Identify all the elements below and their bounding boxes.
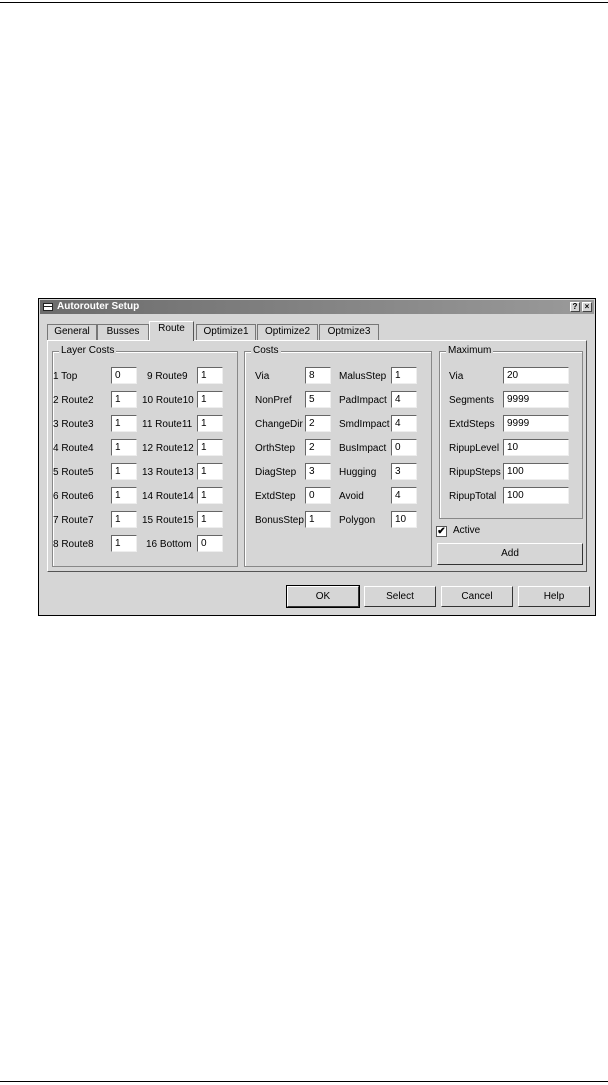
layer-11-cost-input[interactable]: 1: [197, 415, 223, 432]
layer-14-cost-input[interactable]: 1: [197, 487, 223, 504]
cost-changedir-label: ChangeDir: [255, 419, 303, 430]
cost-orthstep-input[interactable]: 2: [305, 439, 331, 456]
max-extdsteps-label: ExtdSteps: [449, 419, 495, 430]
cancel-button[interactable]: Cancel: [441, 586, 513, 607]
tab-route[interactable]: Route: [149, 321, 194, 341]
layer-6-label: 6 Route6: [53, 491, 94, 502]
cost-via-input[interactable]: 8: [305, 367, 331, 384]
add-button[interactable]: Add: [437, 543, 583, 565]
tab-optimize1[interactable]: Optimize1: [196, 324, 256, 340]
top-rule: [0, 2, 608, 3]
cost-padimpact-input[interactable]: 4: [391, 391, 417, 408]
layer-4-cost-input[interactable]: 1: [111, 439, 137, 456]
cost-malusstep-label: MalusStep: [339, 371, 387, 382]
cost-extdstep-label: ExtdStep: [255, 491, 296, 502]
max-via-label: Via: [449, 371, 464, 382]
layer-2-cost-input[interactable]: 1: [111, 391, 137, 408]
tab-optimize2[interactable]: Optimize2: [257, 324, 318, 340]
layer-16-cost-input[interactable]: 0: [197, 535, 223, 552]
active-label: Active: [453, 525, 481, 536]
layer-10-cost-input[interactable]: 1: [197, 391, 223, 408]
layer-1-cost-input[interactable]: 0: [111, 367, 137, 384]
layer-5-cost-input[interactable]: 1: [111, 463, 137, 480]
layer-2-label: 2 Route2: [53, 395, 94, 406]
cost-diagstep-label: DiagStep: [255, 467, 297, 478]
max-ripupsteps-label: RipupSteps: [449, 467, 501, 478]
cost-polygon-input[interactable]: 10: [391, 511, 417, 528]
cost-smdimpact-label: SmdImpact: [339, 419, 390, 430]
layer-11-label: 11 Route11: [142, 419, 193, 430]
cost-hugging-input[interactable]: 3: [391, 463, 417, 480]
dialog-title: Autorouter Setup: [57, 301, 140, 312]
cost-bonusstep-label: BonusStep: [255, 515, 304, 526]
help-button[interactable]: Help: [518, 586, 590, 607]
layer-3-label: 3 Route3: [53, 419, 94, 430]
cost-avoid-input[interactable]: 4: [391, 487, 417, 504]
layer-12-cost-input[interactable]: 1: [197, 439, 223, 456]
cost-busimpact-input[interactable]: 0: [391, 439, 417, 456]
active-checkbox[interactable]: ✔: [436, 526, 447, 537]
autorouter-setup-dialog: Autorouter Setup ? × General Busses Rout…: [38, 298, 596, 616]
cost-hugging-label: Hugging: [339, 467, 377, 478]
max-ripuplevel-label: RipupLevel: [449, 443, 500, 454]
help-icon[interactable]: ?: [570, 302, 580, 312]
layer-4-label: 4 Route4: [53, 443, 94, 454]
cost-padimpact-label: PadImpact: [339, 395, 387, 406]
layer-9-cost-input[interactable]: 1: [197, 367, 223, 384]
cost-changedir-input[interactable]: 2: [305, 415, 331, 432]
layer-costs-title: Layer Costs: [59, 345, 117, 357]
layer-16-label: 16 Bottom: [146, 539, 192, 550]
max-via-input[interactable]: 20: [503, 367, 569, 384]
cost-polygon-label: Polygon: [339, 515, 376, 526]
layer-15-label: 15 Route15: [142, 515, 194, 526]
layer-7-cost-input[interactable]: 1: [111, 511, 137, 528]
cost-nonpref-input[interactable]: 5: [305, 391, 331, 408]
cost-via-label: Via: [255, 371, 270, 382]
layer-3-cost-input[interactable]: 1: [111, 415, 137, 432]
window-menu-icon[interactable]: [43, 303, 53, 311]
maximum-title: Maximum: [446, 345, 494, 357]
layer-13-label: 13 Route13: [142, 467, 194, 478]
max-ripuptotal-input[interactable]: 100: [503, 487, 569, 504]
cost-diagstep-input[interactable]: 3: [305, 463, 331, 480]
title-bar: Autorouter Setup ? ×: [40, 300, 594, 314]
max-ripuplevel-input[interactable]: 10: [503, 439, 569, 456]
cost-nonpref-label: NonPref: [255, 395, 292, 406]
max-ripuptotal-label: RipupTotal: [449, 491, 497, 502]
layer-5-label: 5 Route5: [53, 467, 94, 478]
cost-malusstep-input[interactable]: 1: [391, 367, 417, 384]
layer-14-label: 14 Route14: [142, 491, 194, 502]
layer-9-label: 9 Route9: [147, 371, 188, 382]
cost-avoid-label: Avoid: [339, 491, 364, 502]
cost-orthstep-label: OrthStep: [255, 443, 296, 454]
select-button[interactable]: Select: [364, 586, 436, 607]
max-extdsteps-input[interactable]: 9999: [503, 415, 569, 432]
layer-12-label: 12 Route12: [142, 443, 194, 454]
ok-button[interactable]: OK: [286, 585, 360, 608]
cost-bonusstep-input[interactable]: 1: [305, 511, 331, 528]
tab-general[interactable]: General: [47, 324, 97, 340]
close-icon[interactable]: ×: [582, 302, 592, 312]
max-segments-input[interactable]: 9999: [503, 391, 569, 408]
costs-title: Costs: [251, 345, 281, 357]
max-segments-label: Segments: [449, 395, 495, 406]
layer-7-label: 7 Route7: [53, 515, 94, 526]
layer-10-label: 10 Route10: [142, 395, 194, 406]
cost-extdstep-input[interactable]: 0: [305, 487, 331, 504]
max-ripupsteps-input[interactable]: 100: [503, 463, 569, 480]
cost-smdimpact-input[interactable]: 4: [391, 415, 417, 432]
bottom-rule: [0, 1081, 608, 1082]
layer-8-cost-input[interactable]: 1: [111, 535, 137, 552]
layer-13-cost-input[interactable]: 1: [197, 463, 223, 480]
layer-15-cost-input[interactable]: 1: [197, 511, 223, 528]
tab-busses[interactable]: Busses: [97, 324, 149, 340]
layer-8-label: 8 Route8: [53, 539, 94, 550]
tab-optmize3[interactable]: Optmize3: [319, 324, 379, 340]
layer-6-cost-input[interactable]: 1: [111, 487, 137, 504]
layer-1-label: 1 Top: [53, 371, 78, 382]
cost-busimpact-label: BusImpact: [339, 443, 387, 454]
